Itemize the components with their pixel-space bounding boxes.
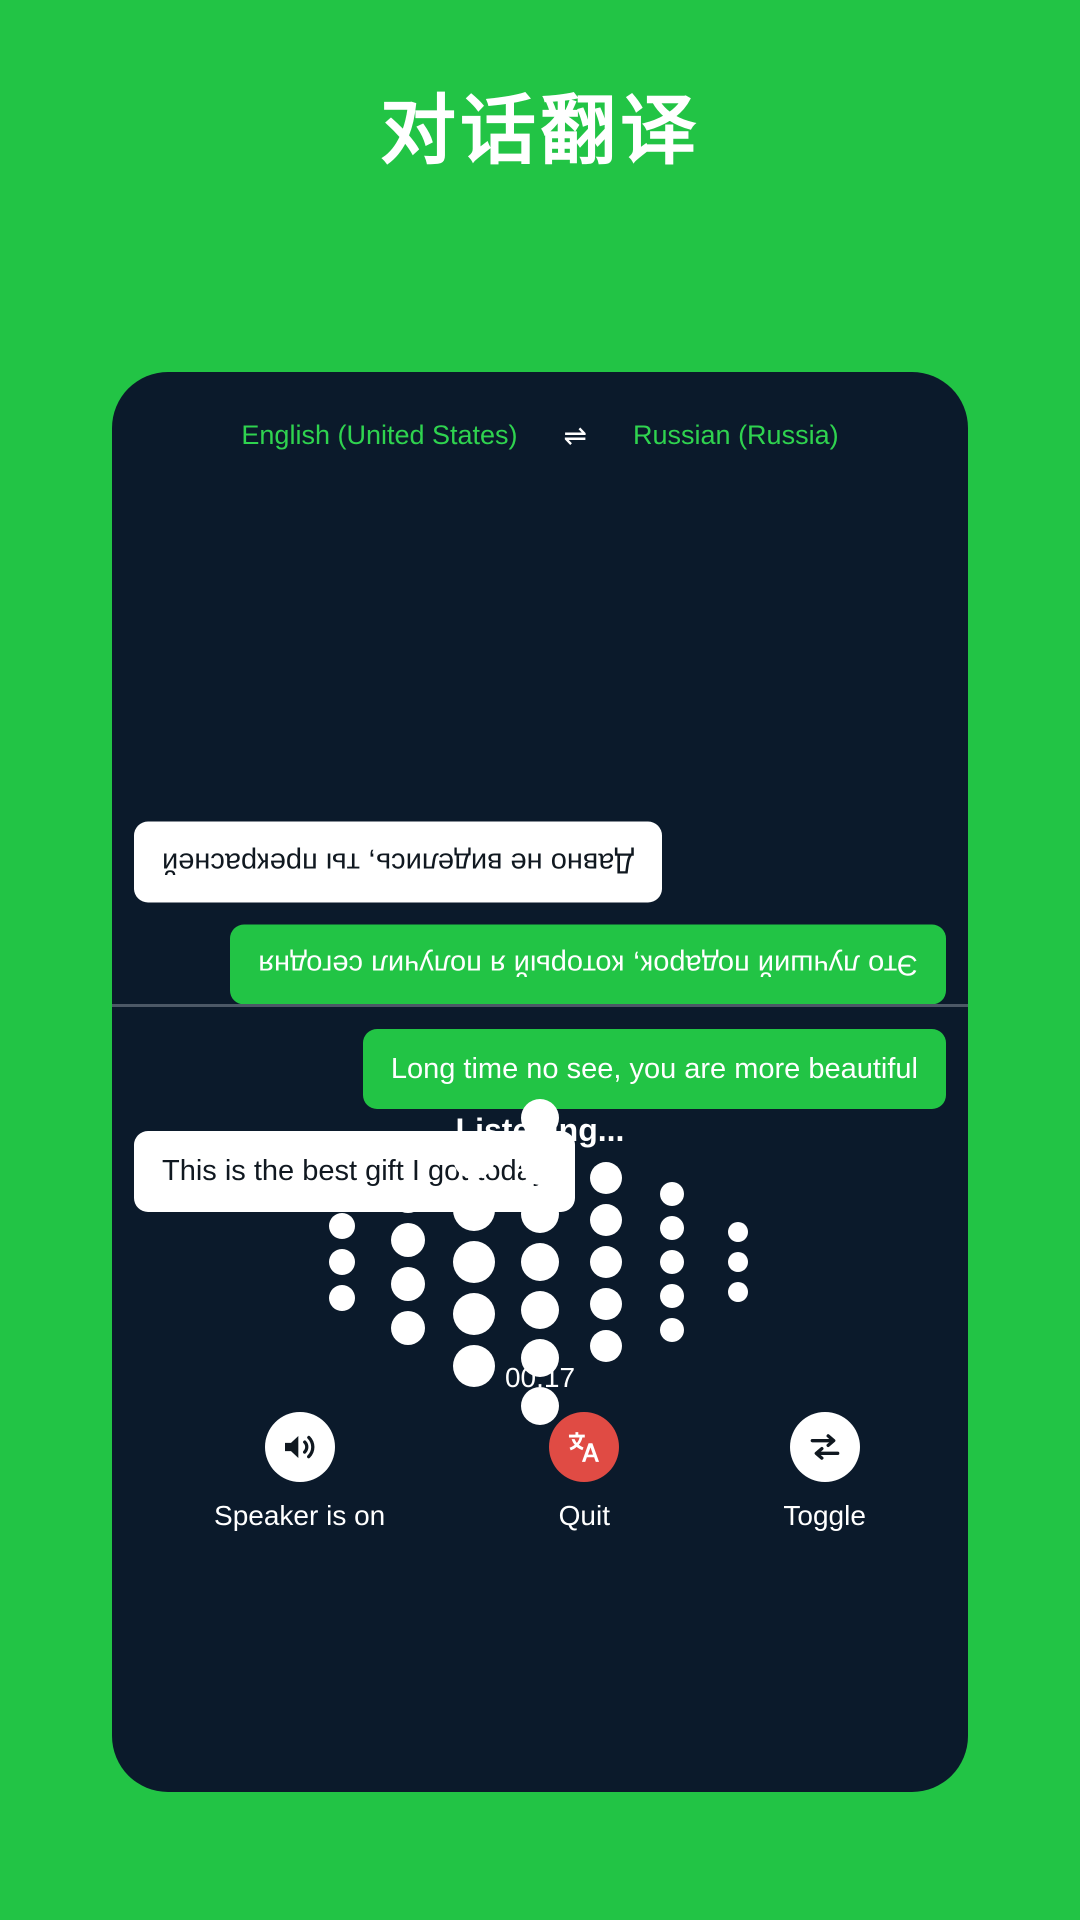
waveform-dot [391, 1311, 425, 1345]
waveform-dot [453, 1189, 495, 1231]
waveform-dot [728, 1282, 748, 1302]
waveform-dot [590, 1330, 622, 1362]
conversation-panel-top: Это лучший подарок, который я получил се… [112, 464, 968, 1004]
waveform-dot [391, 1179, 425, 1213]
message-bubble[interactable]: Давно не виделись, ты прекрасней [134, 821, 663, 902]
message-stack-top: Это лучший подарок, который я получил се… [112, 786, 968, 1004]
waveform-column [309, 1172, 375, 1352]
control-label: Quit [558, 1500, 610, 1531]
waveform-dot [660, 1250, 684, 1274]
phone-panel: English (United States) ⇌ Russian (Russi… [112, 372, 968, 1792]
waveform-dot [329, 1285, 355, 1311]
waveform-column [441, 1137, 507, 1387]
swap-arrows-icon [789, 1412, 860, 1482]
waveform-dot [521, 1195, 559, 1233]
waveform-column [639, 1172, 705, 1352]
waveform-dot [728, 1222, 748, 1242]
control-quit-button[interactable]: Quit [549, 1412, 620, 1532]
waveform-dot [453, 1137, 495, 1179]
waveform-dot [521, 1147, 559, 1185]
swap-horizontal-icon[interactable]: ⇌ [564, 421, 587, 450]
waveform-dot [590, 1288, 622, 1320]
recording-timer: 00:17 [504, 1362, 576, 1393]
page-title: 对话翻译 [380, 89, 700, 174]
audio-waveform [112, 1099, 968, 1425]
language-bar: English (United States) ⇌ Russian (Russi… [112, 420, 968, 451]
message-row: Long time no see, you are more beautiful [134, 1029, 946, 1110]
waveform-column [507, 1099, 573, 1425]
waveform-dot [590, 1204, 622, 1236]
waveform-dot [329, 1213, 355, 1239]
message-row: Это лучший подарок, который я получил се… [134, 923, 946, 1004]
waveform-dot [453, 1293, 495, 1335]
waveform-dot [329, 1249, 355, 1275]
waveform-column [573, 1162, 639, 1362]
waveform-dot [391, 1267, 425, 1301]
waveform-dot [660, 1182, 684, 1206]
waveform-dot [728, 1252, 748, 1272]
translate-icon [549, 1412, 620, 1482]
waveform-dot [453, 1241, 495, 1283]
waveform-column [375, 1172, 441, 1352]
control-toggle-button[interactable]: Toggle [783, 1412, 866, 1532]
control-speaker-is-on-button[interactable]: Speaker is on [214, 1412, 385, 1532]
message-row: Давно не виделись, ты прекрасней [134, 821, 946, 902]
waveform-dot [521, 1099, 559, 1137]
waveform-dot [590, 1162, 622, 1194]
waveform-dot [660, 1216, 684, 1240]
waveform-dot [521, 1243, 559, 1281]
control-label: Speaker is on [214, 1500, 386, 1531]
waveform-dot [590, 1246, 622, 1278]
waveform-dot [660, 1284, 684, 1308]
app-screen: 对话翻译 English (United States) ⇌ Russian (… [0, 0, 1080, 1920]
source-language-button[interactable]: English (United States) [241, 420, 517, 451]
control-label: Toggle [783, 1500, 866, 1531]
message-bubble[interactable]: Это лучший подарок, который я получил се… [230, 923, 946, 1004]
control-bar: Speaker is on Quit Toggle [112, 1412, 968, 1532]
waveform-dot [391, 1223, 425, 1257]
speaker-on-icon [264, 1412, 335, 1482]
message-bubble[interactable]: Long time no see, you are more beautiful [362, 1029, 946, 1110]
target-language-button[interactable]: Russian (Russia) [633, 420, 839, 451]
waveform-column [705, 1172, 771, 1352]
waveform-dot [521, 1291, 559, 1329]
waveform-dot [660, 1318, 684, 1342]
